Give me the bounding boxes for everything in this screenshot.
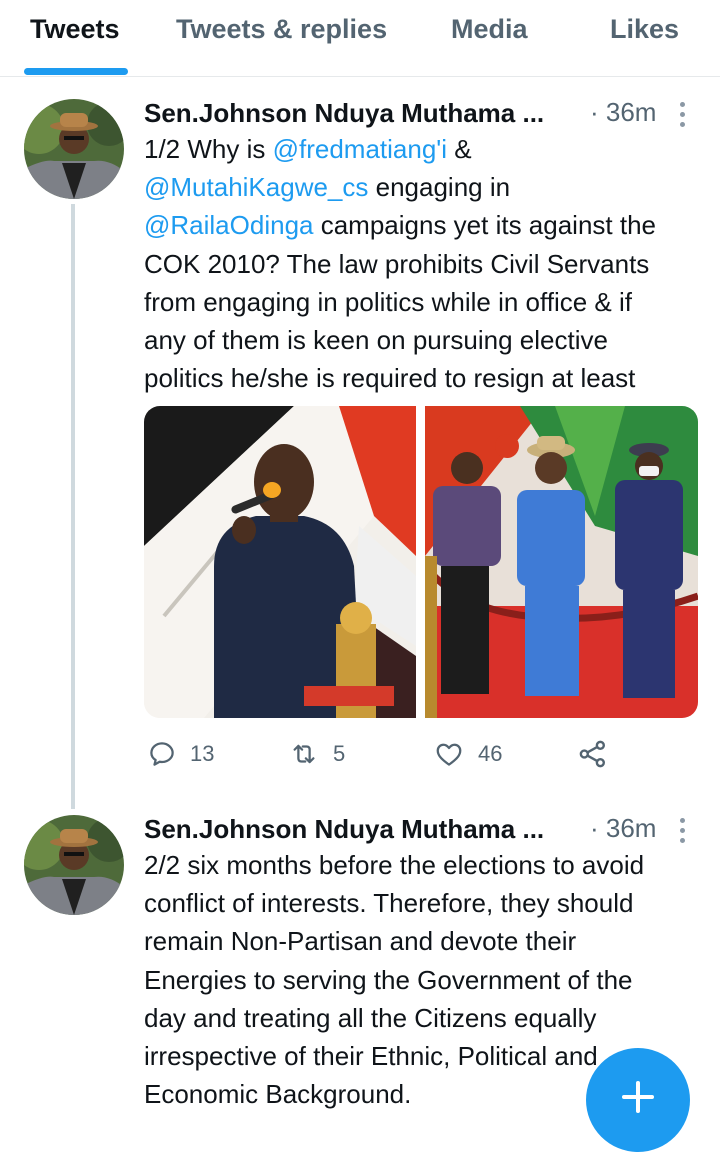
- text-line: conflict of interests. Therefore, they s…: [144, 888, 634, 919]
- reply-icon: [150, 742, 174, 766]
- tweet-time[interactable]: · 36m: [590, 97, 656, 128]
- tweet-time[interactable]: · 36m: [590, 813, 656, 844]
- profile-tabs: Tweets Tweets & replies Media Likes: [0, 0, 720, 77]
- tweet-text: 1/2 Why is @fredmatiang'i & @MutahiKagwe…: [144, 130, 704, 397]
- more-icon[interactable]: [677, 100, 687, 130]
- mention-link[interactable]: @fredmatiang'i: [273, 134, 447, 164]
- retweet-button[interactable]: 5: [288, 736, 345, 772]
- text: engaging in: [368, 172, 511, 203]
- active-tab-indicator: [24, 68, 128, 75]
- tab-tweets-replies[interactable]: Tweets & replies: [176, 14, 387, 45]
- compose-tweet-button[interactable]: [586, 1048, 690, 1152]
- text-line: 2/2 six months before the elections to a…: [144, 850, 645, 880]
- text: &: [447, 134, 472, 164]
- author-name[interactable]: Sen.Johnson Nduya Muthama ...: [144, 98, 544, 129]
- reply-button[interactable]: 13: [147, 736, 214, 772]
- text-line: COK 2010? The law prohibits Civil Servan…: [144, 248, 650, 279]
- reply-count: 13: [190, 741, 215, 766]
- text-line: from engaging in politics while in offic…: [144, 286, 632, 317]
- like-count: 46: [478, 741, 503, 766]
- share-button[interactable]: [577, 736, 609, 772]
- like-icon: [436, 743, 462, 766]
- avatar[interactable]: [24, 815, 124, 915]
- tweet-actions: 13 5 46: [144, 736, 704, 776]
- tab-likes[interactable]: Likes: [610, 14, 679, 45]
- thread-line: [71, 204, 75, 809]
- share-icon: [579, 740, 605, 768]
- text-line: Energies to serving the Government of th…: [144, 964, 633, 995]
- more-icon[interactable]: [677, 816, 687, 846]
- tweet-photo[interactable]: [144, 406, 416, 718]
- tab-tweets[interactable]: Tweets: [30, 14, 120, 45]
- text-line: day and treating all the Citizens equall…: [144, 1002, 597, 1033]
- author-name[interactable]: Sen.Johnson Nduya Muthama ...: [144, 814, 544, 845]
- avatar[interactable]: [24, 99, 124, 199]
- text-line: any of them is keen on pursuing elective: [144, 325, 608, 356]
- text: 1/2 Why is: [144, 134, 273, 164]
- retweet-icon: [293, 744, 315, 764]
- mention-link[interactable]: @RailaOdinga: [144, 210, 313, 240]
- tab-media[interactable]: Media: [451, 14, 528, 45]
- retweet-count: 5: [333, 741, 346, 766]
- tweet-photo[interactable]: [425, 406, 698, 718]
- text-line: remain Non-Partisan and devote their: [144, 926, 577, 957]
- tweet-media[interactable]: [144, 406, 698, 718]
- mention-link[interactable]: @MutahiKagwe_cs: [144, 172, 368, 202]
- text: campaigns yet its against the: [313, 210, 657, 241]
- like-button[interactable]: 46: [433, 736, 502, 772]
- text-line: politics he/she is required to resign at…: [144, 363, 636, 394]
